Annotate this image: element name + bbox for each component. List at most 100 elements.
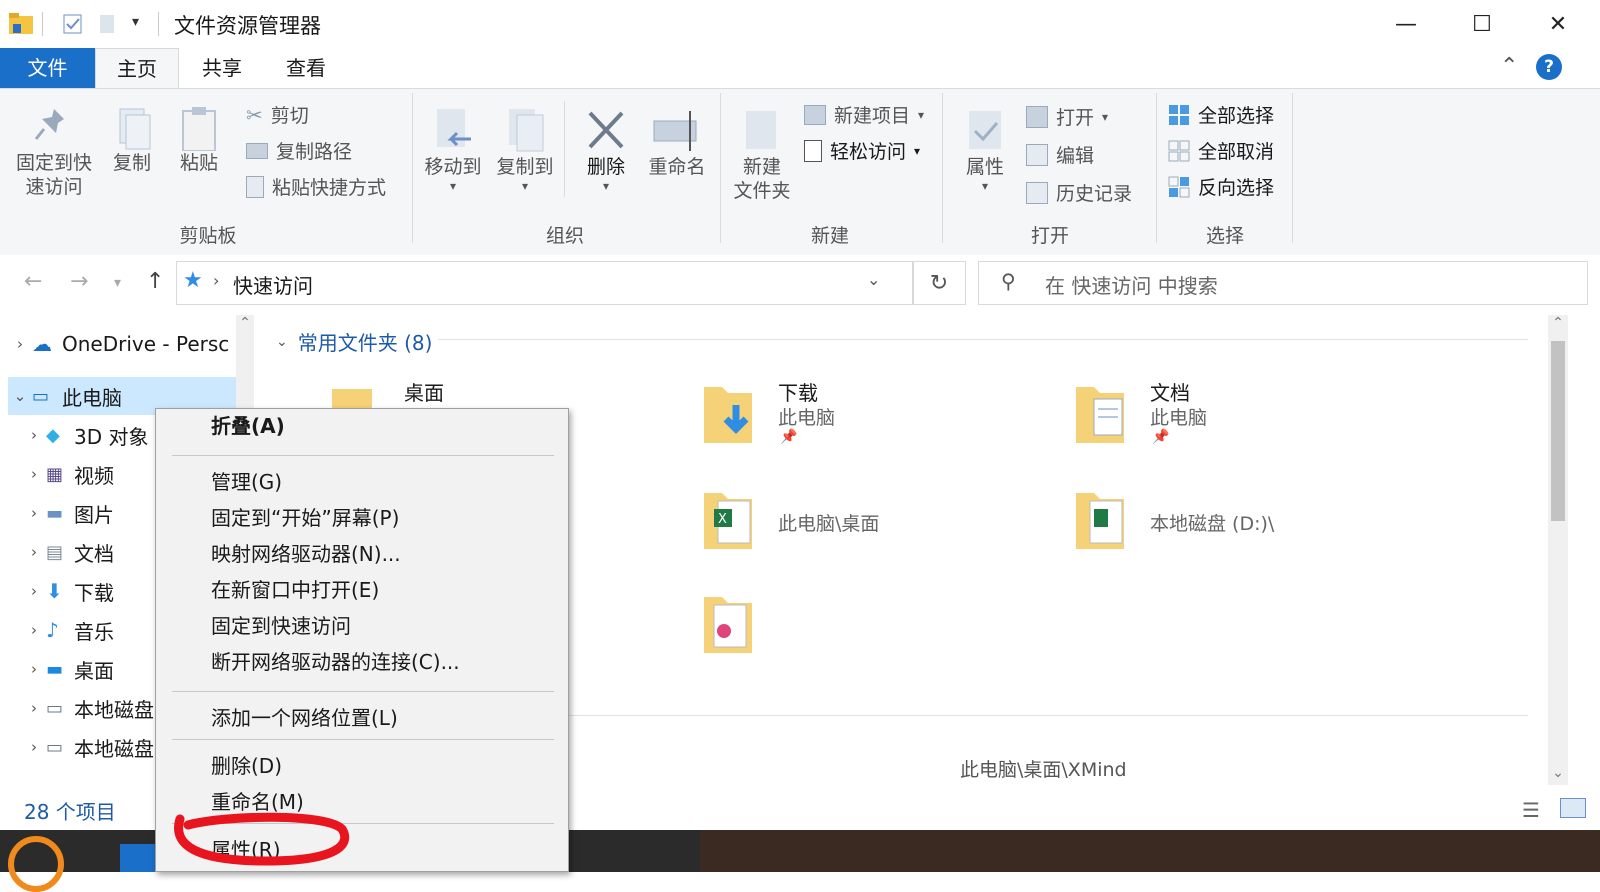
minimize-button[interactable]: — bbox=[1368, 0, 1444, 48]
close-button[interactable]: ✕ bbox=[1520, 0, 1596, 48]
dropdown-arrow-icon: ▾ bbox=[1102, 109, 1109, 124]
copy-button[interactable]: 复制 bbox=[104, 99, 160, 175]
properties-qat-icon[interactable] bbox=[62, 13, 84, 35]
copy-path-button[interactable]: 复制路径 bbox=[246, 137, 352, 164]
select-none-button[interactable]: 全部取消 bbox=[1168, 137, 1274, 164]
chevron-right-icon[interactable]: › bbox=[22, 582, 46, 600]
menu-item-pin-to-start[interactable]: 固定到“开始”屏幕(P) bbox=[211, 501, 399, 535]
menu-item-collapse[interactable]: 折叠(A) bbox=[211, 409, 285, 443]
group-divider bbox=[412, 93, 413, 243]
select-all-button[interactable]: 全部选择 bbox=[1168, 101, 1274, 128]
delete-button[interactable]: 删除 ▾ bbox=[574, 99, 638, 193]
refresh-button[interactable]: ↻ bbox=[912, 261, 966, 305]
nav-item-onedrive[interactable]: › ☁ OneDrive - Persc bbox=[8, 325, 248, 363]
section-divider bbox=[438, 339, 1528, 340]
scroll-down-icon[interactable]: ⌄ bbox=[1548, 765, 1568, 781]
qat-dropdown-icon[interactable]: ▾ bbox=[132, 14, 139, 30]
pin-quick-access-button[interactable]: 固定到快 速访问 bbox=[8, 99, 100, 199]
help-icon[interactable]: ? bbox=[1536, 54, 1562, 80]
rename-icon bbox=[653, 111, 697, 151]
menu-item-add-network-location[interactable]: 添加一个网络位置(L) bbox=[211, 701, 398, 735]
tab-home[interactable]: 主页 bbox=[95, 48, 179, 89]
taskbar-app-icon[interactable] bbox=[120, 844, 160, 872]
chevron-down-icon: ⌄ bbox=[276, 333, 288, 350]
details-view-icon[interactable]: ☰ bbox=[1522, 798, 1540, 822]
group-divider bbox=[720, 93, 721, 243]
search-input[interactable]: ⚲ 在 快速访问 中搜索 bbox=[978, 261, 1588, 305]
menu-item-pin-quick-access[interactable]: 固定到快速访问 bbox=[211, 609, 351, 643]
up-arrow-icon[interactable]: ↑ bbox=[146, 269, 164, 294]
star-icon: ★ bbox=[183, 268, 203, 293]
new-folder-icon bbox=[746, 111, 776, 149]
easy-access-button[interactable]: 轻松访问 ▾ bbox=[804, 137, 920, 164]
paste-shortcut-icon bbox=[246, 175, 264, 198]
group-divider bbox=[1292, 93, 1293, 243]
rename-button[interactable]: 重命名 bbox=[644, 99, 710, 179]
documents-folder-icon bbox=[1076, 387, 1124, 443]
downloads-folder-icon bbox=[704, 387, 752, 443]
scissors-icon: ✂ bbox=[246, 102, 263, 127]
chevron-right-icon[interactable]: › bbox=[22, 699, 46, 717]
tab-view[interactable]: 查看 bbox=[270, 48, 342, 88]
download-icon: ⬇ bbox=[46, 579, 63, 603]
spreadsheet-folder-icon bbox=[1076, 493, 1124, 549]
chevron-right-icon[interactable]: › bbox=[22, 465, 46, 483]
history-button[interactable]: 历史记录 bbox=[1026, 179, 1132, 206]
menu-item-manage[interactable]: 管理(G) bbox=[211, 465, 282, 499]
open-icon bbox=[1026, 105, 1048, 128]
tab-share[interactable]: 共享 bbox=[186, 48, 258, 88]
new-folder-qat-icon[interactable] bbox=[98, 13, 118, 35]
clipboard-group-label: 剪贴板 bbox=[179, 225, 237, 247]
address-dropdown-icon[interactable]: ⌄ bbox=[867, 270, 880, 289]
scroll-up-icon[interactable]: ⌃ bbox=[236, 315, 254, 331]
picture-icon: ▬ bbox=[46, 502, 64, 524]
select-none-icon bbox=[1168, 140, 1190, 161]
edit-button[interactable]: 编辑 bbox=[1026, 141, 1094, 168]
large-icons-view-icon[interactable] bbox=[1560, 798, 1586, 818]
move-to-button[interactable]: 移动到 ▾ bbox=[418, 99, 488, 193]
breadcrumb[interactable]: 快速访问 bbox=[233, 270, 313, 299]
folder-tile-downloads[interactable]: 下载 此电脑 📌 bbox=[700, 371, 1040, 461]
new-item-button[interactable]: 新建项目 ▾ bbox=[804, 101, 924, 128]
tab-file[interactable]: 文件 bbox=[0, 48, 95, 88]
collapse-ribbon-icon[interactable]: ⌃ bbox=[1500, 54, 1518, 79]
menu-item-disconnect-network-drive[interactable]: 断开网络驱动器的连接(C)... bbox=[211, 645, 460, 679]
scrollbar-thumb[interactable] bbox=[1551, 341, 1565, 521]
copy-to-button[interactable]: 复制到 ▾ bbox=[490, 99, 560, 193]
chevron-right-icon[interactable]: › bbox=[22, 738, 46, 756]
menu-item-open-new-window[interactable]: 在新窗口中打开(E) bbox=[211, 573, 379, 607]
chevron-down-icon[interactable]: ⌄ bbox=[8, 387, 32, 405]
chevron-right-icon[interactable]: › bbox=[22, 621, 46, 639]
delete-x-icon bbox=[588, 111, 624, 149]
back-arrow-icon[interactable]: ← bbox=[24, 269, 42, 294]
scroll-up-icon[interactable]: ⌃ bbox=[1548, 315, 1568, 331]
folder-tile-desktop-sub[interactable]: X 此电脑\桌面 bbox=[700, 481, 1040, 571]
open-button[interactable]: 打开 ▾ bbox=[1026, 103, 1108, 130]
invert-selection-button[interactable]: 反向选择 bbox=[1168, 173, 1274, 200]
menu-item-map-network-drive[interactable]: 映射网络驱动器(N)... bbox=[211, 537, 401, 571]
folder-tile-other[interactable] bbox=[700, 585, 1040, 675]
forward-arrow-icon[interactable]: → bbox=[70, 269, 88, 294]
wallpaper-region bbox=[700, 830, 1600, 872]
item-count: 28 个项目 bbox=[24, 800, 116, 824]
maximize-button[interactable]: ☐ bbox=[1444, 0, 1520, 48]
paste-button[interactable]: 粘贴 bbox=[170, 99, 228, 175]
section-header[interactable]: ⌄ 常用文件夹 (8) bbox=[276, 327, 432, 356]
recent-locations-icon[interactable]: ▾ bbox=[114, 275, 121, 291]
app-circle-icon[interactable] bbox=[8, 836, 64, 892]
cut-button[interactable]: ✂ 剪切 bbox=[246, 101, 309, 128]
copy-icon bbox=[119, 108, 151, 150]
chevron-right-icon[interactable]: › bbox=[22, 660, 46, 678]
properties-button[interactable]: 属性 ▾ bbox=[950, 99, 1020, 193]
content-scrollbar[interactable]: ⌃ ⌄ bbox=[1548, 315, 1568, 785]
chevron-right-icon[interactable]: › bbox=[22, 543, 46, 561]
menu-item-delete[interactable]: 删除(D) bbox=[211, 749, 282, 783]
chevron-right-icon[interactable]: › bbox=[22, 504, 46, 522]
chevron-right-icon[interactable]: › bbox=[22, 426, 46, 444]
address-bar[interactable]: ★ › 快速访问 ⌄ bbox=[176, 261, 914, 305]
paste-shortcut-button[interactable]: 粘贴快捷方式 bbox=[246, 173, 386, 200]
folder-tile-local-disk-d[interactable]: 本地磁盘 (D:)\ bbox=[1072, 481, 1432, 571]
new-folder-button[interactable]: 新建 文件夹 bbox=[726, 99, 798, 203]
chevron-right-icon[interactable]: › bbox=[8, 335, 32, 353]
folder-tile-documents[interactable]: 文档 此电脑 📌 bbox=[1072, 371, 1412, 461]
